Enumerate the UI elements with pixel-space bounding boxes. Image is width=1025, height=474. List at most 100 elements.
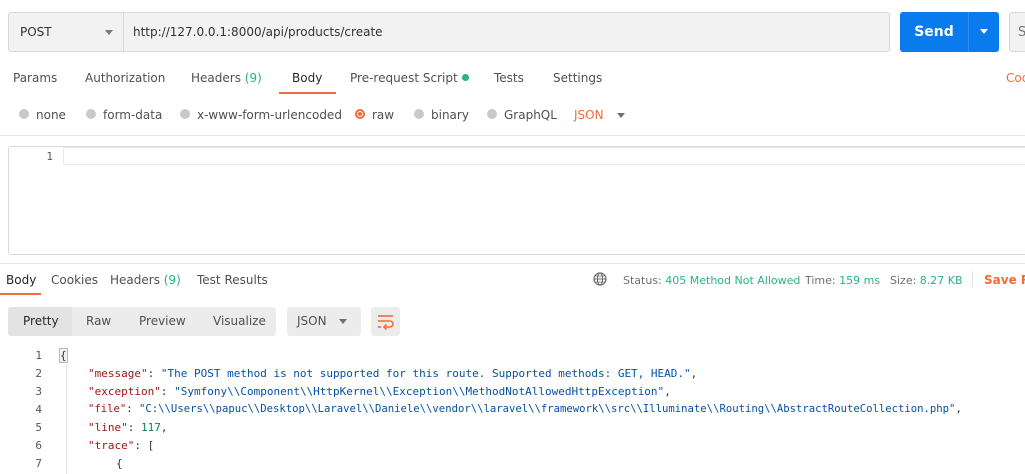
view-mode-preview[interactable]: Preview bbox=[139, 314, 186, 328]
indent-guide bbox=[66, 364, 67, 474]
code-line: "trace": [ bbox=[88, 439, 155, 452]
tab-headers[interactable]: Headers (9) bbox=[191, 71, 262, 85]
radio-icon bbox=[414, 109, 424, 119]
raw-format-select[interactable]: JSON bbox=[574, 108, 604, 122]
code-punct: , bbox=[160, 421, 168, 434]
response-tab-body[interactable]: Body bbox=[6, 273, 36, 287]
tab-label: Pre-request Script bbox=[350, 71, 458, 85]
globe-icon[interactable] bbox=[593, 272, 607, 286]
response-tab-cookies[interactable]: Cookies bbox=[51, 273, 98, 287]
json-value: "C:\\Users\\papuc\\Desktop\\Laravel\\Dan… bbox=[139, 403, 956, 415]
line-number: 6 bbox=[35, 439, 42, 452]
view-mode-pretty[interactable]: Pretty bbox=[23, 314, 59, 328]
json-value: "The POST method is not supported for th… bbox=[160, 367, 691, 380]
tab-authorization[interactable]: Authorization bbox=[85, 71, 165, 85]
method-select[interactable]: POST bbox=[8, 12, 124, 52]
tab-label: Headers bbox=[191, 71, 241, 85]
tab-pre-request-script[interactable]: Pre-request Script bbox=[350, 71, 469, 85]
wrap-lines-icon bbox=[378, 315, 394, 331]
view-mode-group: Pretty Raw Preview Visualize bbox=[8, 307, 276, 336]
method-value: POST bbox=[20, 25, 52, 39]
line-number: 5 bbox=[35, 421, 42, 434]
radio-label: binary bbox=[431, 108, 469, 122]
code-punct: { bbox=[59, 348, 68, 363]
time-meta: Time: 159 ms bbox=[805, 274, 880, 287]
code-punct: , bbox=[664, 385, 671, 398]
radio-label: none bbox=[36, 108, 66, 122]
code-punct: , bbox=[690, 367, 698, 380]
size-meta: Size: 8.27 KB bbox=[890, 274, 963, 287]
size-value[interactable]: 8.27 KB bbox=[920, 274, 963, 287]
tab-label: Tests bbox=[494, 71, 524, 85]
tab-tests[interactable]: Tests bbox=[494, 71, 524, 85]
divider bbox=[0, 135, 1025, 136]
line-number: 1 bbox=[35, 349, 42, 362]
active-tab-indicator bbox=[279, 92, 336, 94]
tab-label: Authorization bbox=[85, 71, 166, 85]
line-number: 7 bbox=[35, 457, 42, 470]
radio-selected-icon bbox=[355, 109, 365, 119]
json-key: "exception" bbox=[88, 385, 161, 398]
save-response-button[interactable]: Save Re bbox=[984, 273, 1025, 287]
save-button[interactable]: S bbox=[1009, 12, 1025, 52]
tab-label: Cookies bbox=[51, 273, 98, 287]
line-number: 4 bbox=[35, 403, 42, 416]
response-tab-test-results[interactable]: Test Results bbox=[197, 273, 268, 287]
response-format-value: JSON bbox=[297, 314, 327, 328]
code-line: "message": "The POST method is not suppo… bbox=[88, 367, 698, 380]
send-button[interactable]: Send bbox=[900, 12, 968, 52]
tab-params[interactable]: Params bbox=[13, 71, 57, 85]
active-response-tab-indicator bbox=[0, 293, 41, 295]
tab-label: Test Results bbox=[197, 273, 268, 287]
json-key: "line" bbox=[88, 421, 128, 434]
view-mode-raw[interactable]: Raw bbox=[86, 314, 111, 328]
json-value: [ bbox=[147, 439, 155, 452]
time-label: Time: bbox=[805, 274, 836, 287]
code-line: { bbox=[59, 348, 68, 363]
tab-body[interactable]: Body bbox=[292, 71, 322, 85]
status-meta: Status: 405 Method Not Allowed bbox=[623, 274, 800, 287]
code-line: "line": 117, bbox=[88, 421, 168, 434]
header-count: (9) bbox=[163, 273, 181, 287]
wrap-lines-button[interactable] bbox=[371, 307, 400, 336]
code-line: "file": "C:\\Users\\papuc\\Desktop\\Lara… bbox=[88, 403, 962, 415]
chevron-down-icon bbox=[105, 30, 113, 35]
view-mode-visualize[interactable]: Visualize bbox=[213, 314, 266, 328]
size-label: Size: bbox=[890, 274, 917, 287]
response-format-select[interactable]: JSON bbox=[287, 307, 361, 336]
status-dot-icon bbox=[461, 74, 469, 81]
radio-icon bbox=[19, 109, 29, 119]
status-label: Status: bbox=[623, 274, 662, 287]
radio-icon bbox=[86, 109, 96, 119]
cookies-link[interactable]: Coo bbox=[1006, 71, 1025, 85]
radio-label: GraphQL bbox=[504, 108, 557, 122]
request-body-editor[interactable]: 1 bbox=[8, 146, 1025, 255]
code-punct: { bbox=[116, 457, 123, 470]
code-line: "exception": "Symfony\\Component\\HttpKe… bbox=[88, 385, 671, 398]
radio-label: form-data bbox=[103, 108, 163, 122]
radio-label: x-www-form-urlencoded bbox=[197, 108, 342, 122]
chevron-down-icon bbox=[339, 319, 347, 324]
response-tab-headers[interactable]: Headers (9) bbox=[110, 273, 181, 287]
radio-icon bbox=[487, 109, 497, 119]
divider bbox=[972, 271, 973, 287]
time-value[interactable]: 159 ms bbox=[839, 274, 880, 287]
send-options-button[interactable] bbox=[968, 12, 999, 52]
json-value: "Symfony\\Component\\HttpKernel\\Excepti… bbox=[174, 385, 665, 398]
chevron-down-icon bbox=[617, 113, 625, 118]
tab-label: Body bbox=[292, 71, 323, 85]
tab-label: Headers bbox=[110, 273, 160, 287]
tab-settings[interactable]: Settings bbox=[553, 71, 602, 85]
url-input[interactable]: http://127.0.0.1:8000/api/products/creat… bbox=[124, 12, 890, 52]
status-value[interactable]: 405 Method Not Allowed bbox=[665, 274, 800, 287]
line-number: 3 bbox=[35, 385, 42, 398]
code-line: { bbox=[116, 457, 123, 470]
url-value: http://127.0.0.1:8000/api/products/creat… bbox=[133, 25, 383, 39]
header-count: (9) bbox=[244, 71, 262, 85]
radio-icon bbox=[180, 109, 190, 119]
tab-label: Body bbox=[6, 273, 37, 287]
divider bbox=[0, 263, 1025, 264]
line-number: 1 bbox=[46, 150, 53, 163]
radio-label: raw bbox=[372, 108, 395, 122]
current-line-highlight bbox=[63, 147, 1025, 165]
